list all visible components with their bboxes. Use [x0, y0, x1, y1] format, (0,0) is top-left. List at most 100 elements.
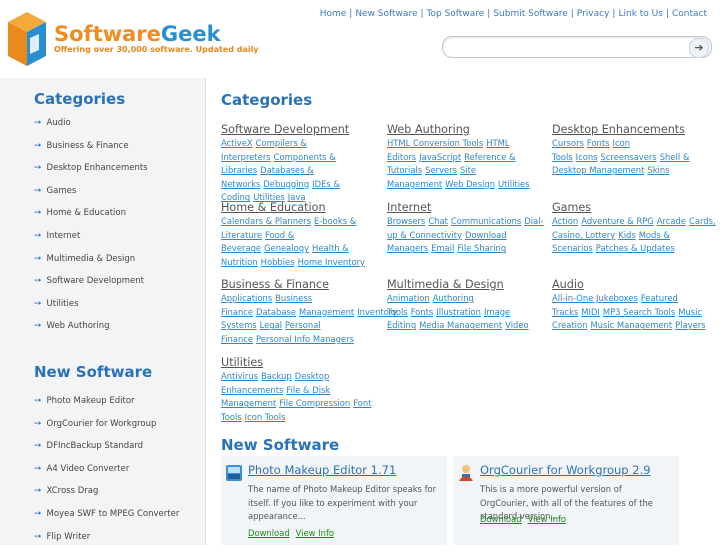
nav-submit-software[interactable]: Submit Software	[493, 9, 567, 19]
category-link[interactable]: HTML Conversion Tools	[387, 138, 483, 148]
category-heading[interactable]: Internet	[387, 201, 551, 214]
category-heading[interactable]: Software Development	[221, 123, 385, 136]
sidebar-new-item[interactable]: ➙ A4 Video Converter	[34, 464, 179, 487]
category-link[interactable]: Antivirus	[221, 371, 258, 381]
sidebar-new-item[interactable]: ➙ Photo Makeup Editor	[34, 396, 179, 419]
category-link[interactable]: Video	[505, 320, 528, 330]
category-link[interactable]: Cursors	[552, 138, 584, 148]
nav-separator: |	[420, 9, 424, 19]
nav-top-software[interactable]: Top Software	[427, 9, 485, 19]
category-link[interactable]: Email	[431, 243, 454, 253]
sidebar-new-item[interactable]: ➙ Moyea SWF to MPEG Converter	[34, 509, 179, 532]
view-info-link[interactable]: View Info	[296, 528, 334, 538]
category-link[interactable]: Web Design	[445, 179, 495, 189]
category-link[interactable]: Animation	[387, 293, 430, 303]
category-heading[interactable]: Audio	[552, 278, 720, 291]
sidebar-item-home-education[interactable]: ➙ Home & Education	[34, 208, 148, 231]
category-link[interactable]: Action	[552, 216, 578, 226]
sidebar-item-audio[interactable]: ➙ Audio	[34, 118, 148, 141]
nav-privacy[interactable]: Privacy	[577, 9, 610, 19]
category-link[interactable]: Patches & Updates	[596, 243, 675, 253]
sidebar-item-utilities[interactable]: ➙ Utilities	[34, 299, 148, 322]
sidebar-item-games[interactable]: ➙ Games	[34, 186, 148, 209]
category-link[interactable]: ActiveX	[221, 138, 253, 148]
category-link[interactable]: Legal	[260, 320, 282, 330]
category-link[interactable]: Hobbies	[261, 257, 295, 267]
arrow-right-icon[interactable]: ➔	[689, 38, 709, 58]
category-link[interactable]: Debugging	[263, 179, 309, 189]
brand-name[interactable]: SoftwareGeek	[54, 22, 221, 46]
sidebar-new-item[interactable]: ➙ OrgCourier for Workgroup	[34, 419, 179, 442]
category-link[interactable]: Chat	[428, 216, 448, 226]
category-link[interactable]: Personal Info Managers	[256, 334, 354, 344]
category-link[interactable]: Screensavers	[601, 152, 657, 162]
photo-editor-icon[interactable]	[225, 464, 243, 482]
sidebar-item-software-development[interactable]: ➙ Software Development	[34, 276, 148, 299]
category-link[interactable]: Backup	[261, 371, 292, 381]
category-link[interactable]: Kids	[618, 230, 636, 240]
search-input[interactable]	[451, 39, 685, 55]
category-link[interactable]: Browsers	[387, 216, 425, 226]
category-heading[interactable]: Web Authoring	[387, 123, 551, 136]
nav-link-to-us[interactable]: Link to Us	[618, 9, 662, 19]
category-link[interactable]: Skins	[647, 165, 669, 175]
category-links: Cursors Fonts Icon Tools Icons Screensavers S…	[552, 137, 720, 178]
category-link[interactable]: Fonts	[587, 138, 610, 148]
category-link[interactable]: Home Inventory	[298, 257, 365, 267]
category-link[interactable]: All-in-One Jukeboxes	[552, 293, 638, 303]
category-link[interactable]: Fonts	[411, 307, 434, 317]
category-link[interactable]: Music Management	[590, 320, 672, 330]
category-link[interactable]: Arcade	[657, 216, 686, 226]
category-heading[interactable]: Games	[552, 201, 720, 214]
category-link[interactable]: File Compression	[279, 398, 350, 408]
category-link[interactable]: File Sharing	[457, 243, 506, 253]
category-link[interactable]: Genealogy	[264, 243, 309, 253]
sidebar-new-item[interactable]: ➙ Flip Writer	[34, 532, 179, 554]
sidebar-item-business-finance[interactable]: ➙ Business & Finance	[34, 141, 148, 164]
category-link[interactable]: Icons	[576, 152, 598, 162]
sidebar-new-item[interactable]: ➙ XCross Drag	[34, 486, 179, 509]
nav-home[interactable]: Home	[320, 9, 347, 19]
category-link[interactable]: Communications	[451, 216, 521, 226]
category-link[interactable]: Management	[299, 307, 354, 317]
category-link[interactable]: Servers	[425, 165, 457, 175]
category-links: Applications Business Finance Database Mana…	[221, 292, 397, 346]
category-link[interactable]: Icon Tools	[245, 412, 286, 422]
category-link[interactable]: Database	[256, 307, 296, 317]
download-link[interactable]: Download	[248, 528, 290, 538]
software-name-link[interactable]: Photo Makeup Editor 1.71	[248, 463, 396, 477]
sidebar-item-internet[interactable]: ➙ Internet	[34, 231, 148, 254]
arrow-bullet-icon: ➙	[34, 208, 42, 219]
sidebar-item-multimedia-design[interactable]: ➙ Multimedia & Design	[34, 254, 148, 277]
sidebar-item-desktop-enhancements[interactable]: ➙ Desktop Enhancements	[34, 163, 148, 186]
category-link[interactable]: Calendars & Planners	[221, 216, 311, 226]
category-link[interactable]: Media Management	[419, 320, 502, 330]
category-link[interactable]: Applications	[221, 293, 272, 303]
category-link[interactable]: MP3 Search Tools	[603, 307, 675, 317]
arrow-bullet-icon: ➙	[34, 418, 42, 429]
download-link[interactable]: Download	[480, 514, 522, 524]
category-link[interactable]: Utilities	[498, 179, 530, 189]
category-heading[interactable]: Business & Finance	[221, 278, 385, 291]
view-info-link[interactable]: View Info	[528, 514, 566, 524]
software-name-link[interactable]: OrgCourier for Workgroup 2.9	[480, 463, 651, 477]
category-link[interactable]: Adventure & RPG	[581, 216, 654, 226]
category-link[interactable]: MIDI	[581, 307, 600, 317]
sidebar-new-item[interactable]: ➙ DFIncBackup Standard	[34, 441, 179, 464]
category-heading[interactable]: Multimedia & Design	[387, 278, 551, 291]
category-links: Antivirus Backup Desktop Enhancements File …	[221, 370, 385, 424]
sidebar-item-web-authoring[interactable]: ➙ Web Authoring	[34, 321, 148, 344]
sidebar-item-label: Internet	[46, 230, 81, 241]
arrow-bullet-icon: ➙	[34, 253, 42, 264]
category-heading[interactable]: Desktop Enhancements	[552, 123, 720, 136]
category-heading[interactable]: Utilities	[221, 356, 385, 369]
software-description: The name of Photo Makeup Editor speaks f…	[248, 484, 437, 521]
category-link[interactable]: Players	[675, 320, 705, 330]
category-link[interactable]: Illustration	[436, 307, 481, 317]
software-geek-logo-icon[interactable]	[6, 10, 48, 68]
nav-new-software[interactable]: New Software	[355, 9, 417, 19]
category-link[interactable]: JavaScript	[419, 152, 461, 162]
nav-contact[interactable]: Contact	[672, 9, 707, 19]
category-heading[interactable]: Home & Education	[221, 201, 385, 214]
courier-person-icon[interactable]	[457, 464, 475, 482]
